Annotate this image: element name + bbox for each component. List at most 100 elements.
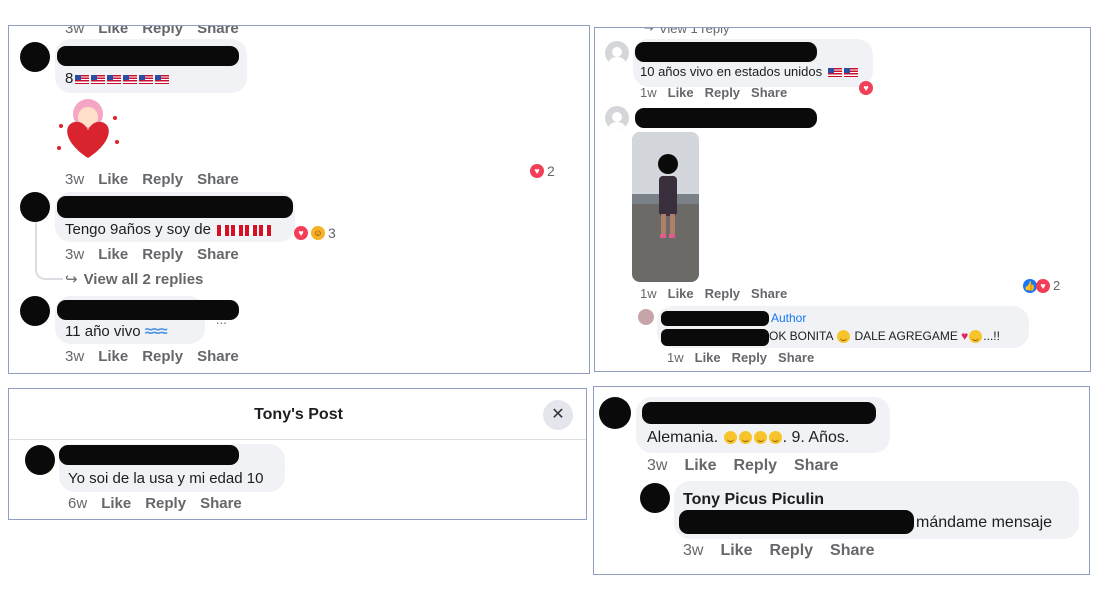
redacted-text <box>679 510 914 534</box>
author-badge: Author <box>771 311 807 325</box>
comment-time: 3w <box>65 246 85 263</box>
thread-line <box>35 222 63 280</box>
avatar[interactable] <box>599 397 631 429</box>
close-icon: ✕ <box>551 406 565 423</box>
post-dialog: Tony's Post ✕ Yo soi de la usa y mi edad… <box>8 388 587 520</box>
comment-time: 3w <box>65 348 85 365</box>
like-button[interactable]: Like <box>98 171 128 188</box>
redacted-name <box>661 311 769 326</box>
reply-button[interactable]: Reply <box>142 171 183 188</box>
close-button[interactable]: ✕ <box>543 400 573 430</box>
comment-time: 3w <box>647 457 668 474</box>
share-button[interactable]: Share <box>751 286 787 301</box>
comment-actions: 1w Like Reply Share <box>640 286 787 301</box>
avatar[interactable] <box>640 483 670 513</box>
view-replies-link[interactable]: ↪ View all 2 replies <box>65 270 203 289</box>
like-button[interactable]: Like <box>720 542 752 560</box>
more-options-button[interactable]: ... <box>216 312 227 327</box>
like-button[interactable]: Like <box>668 85 694 100</box>
smile-emoji-icon <box>969 330 983 344</box>
reply-button[interactable]: Reply <box>145 495 186 512</box>
reply-text: OK BONITA DALE AGREGAME ♥...!! <box>769 329 1000 344</box>
comment-text: Tengo 9años y soy de <box>65 221 272 238</box>
avatar[interactable] <box>20 296 50 326</box>
reply-button[interactable]: Reply <box>733 457 777 475</box>
comment-time: 1w <box>667 350 684 365</box>
laugh-reaction-icon: ☺ <box>311 226 325 240</box>
share-button[interactable]: Share <box>197 26 239 37</box>
like-reaction-icon: 👍 <box>1023 278 1037 293</box>
redacted-name <box>59 445 239 465</box>
reply-button[interactable]: Reply <box>705 85 740 100</box>
comment-text: 10 años vivo en estados unidos <box>640 64 858 79</box>
share-button[interactable]: Share <box>778 350 814 365</box>
like-button[interactable]: Like <box>101 495 131 512</box>
comment-text: 11 año vivo ≈≈≈ <box>65 323 167 340</box>
comments-panel-4: Alemania. . 9. Años. 3w Like Reply Share… <box>593 386 1090 575</box>
avatar[interactable] <box>605 41 629 65</box>
share-button[interactable]: Share <box>751 85 787 100</box>
redacted-name <box>635 108 817 128</box>
reaction-summary[interactable]: ♥ 2 <box>530 163 555 179</box>
dialog-title: Tony's Post <box>254 406 343 423</box>
reply-arrow-icon: ↪ <box>65 271 78 288</box>
redacted-name <box>57 46 239 66</box>
redacted-name <box>642 402 876 424</box>
peru-flag-icon <box>215 221 272 238</box>
comment-text: Alemania. . 9. Años. <box>647 429 850 446</box>
reply-text: mándame mensaje <box>916 514 1053 531</box>
share-button[interactable]: Share <box>197 246 239 263</box>
share-button[interactable]: Share <box>197 171 239 188</box>
comment-actions: 1w Like Reply Share <box>640 85 787 100</box>
reply-author[interactable]: Tony Picus Piculin <box>683 491 824 509</box>
avatar[interactable] <box>25 445 55 475</box>
heart-reaction-icon: ♥ <box>1036 278 1050 293</box>
reply-button[interactable]: Reply <box>732 350 767 365</box>
view-reply-link[interactable]: ↪ View 1 reply <box>643 27 729 36</box>
redacted-name <box>57 196 293 218</box>
comment-actions: 3w Like Reply Share <box>65 348 239 365</box>
share-button[interactable]: Share <box>200 495 242 512</box>
comment-actions: 3w Like Reply Share <box>65 246 239 263</box>
like-button[interactable]: Like <box>98 246 128 263</box>
comment-actions: 3w Like Reply Share <box>647 457 839 475</box>
comment-time: 3w <box>65 171 85 188</box>
comment-actions: 1w Like Reply Share <box>667 350 814 365</box>
reaction-summary[interactable]: 👍 ♥ 2 <box>1023 278 1060 293</box>
comment-actions: 6w Like Reply Share <box>68 495 242 512</box>
heart-emoji-icon: ♥ <box>961 329 969 343</box>
reply-button[interactable]: Reply <box>142 26 183 37</box>
avatar[interactable] <box>605 106 629 130</box>
comment-text: Yo soi de la usa y mi edad 10 <box>68 470 264 487</box>
comment-text: 8 <box>65 70 170 87</box>
share-button[interactable]: Share <box>830 542 874 560</box>
like-button[interactable]: Like <box>98 26 128 37</box>
reply-button[interactable]: Reply <box>769 542 813 560</box>
comment-time: 3w <box>683 542 704 559</box>
like-button[interactable]: Like <box>684 457 716 475</box>
share-button[interactable]: Share <box>197 348 239 365</box>
reply-button[interactable]: Reply <box>142 246 183 263</box>
reply-button[interactable]: Reply <box>705 286 740 301</box>
redacted-text <box>661 329 769 346</box>
heart-reaction-icon: ♥ <box>530 164 544 178</box>
heart-reaction-icon[interactable]: ♥ <box>859 78 873 96</box>
comment-actions: 3w Like Reply Share <box>683 542 875 560</box>
like-button[interactable]: Like <box>668 286 694 301</box>
comments-panel-2: ↪ View 1 reply 10 años vivo en estados u… <box>594 27 1091 372</box>
comment-photo[interactable] <box>632 132 699 282</box>
reply-button[interactable]: Reply <box>142 348 183 365</box>
comment-time: 3w <box>65 25 85 37</box>
avatar[interactable] <box>20 42 50 72</box>
heart-reaction-icon: ♥ <box>294 226 308 240</box>
redacted-name <box>635 42 817 62</box>
reply-arrow-icon: ↪ <box>643 27 654 35</box>
reaction-summary[interactable]: ♥ ☺ 3 <box>294 225 336 241</box>
share-button[interactable]: Share <box>794 457 838 475</box>
like-button[interactable]: Like <box>695 350 721 365</box>
avatar[interactable] <box>20 192 50 222</box>
author-avatar[interactable] <box>638 309 654 325</box>
like-button[interactable]: Like <box>98 348 128 365</box>
flushed-emoji-icon <box>723 429 783 446</box>
top-action-row: 3w Like Reply Share <box>65 25 239 37</box>
